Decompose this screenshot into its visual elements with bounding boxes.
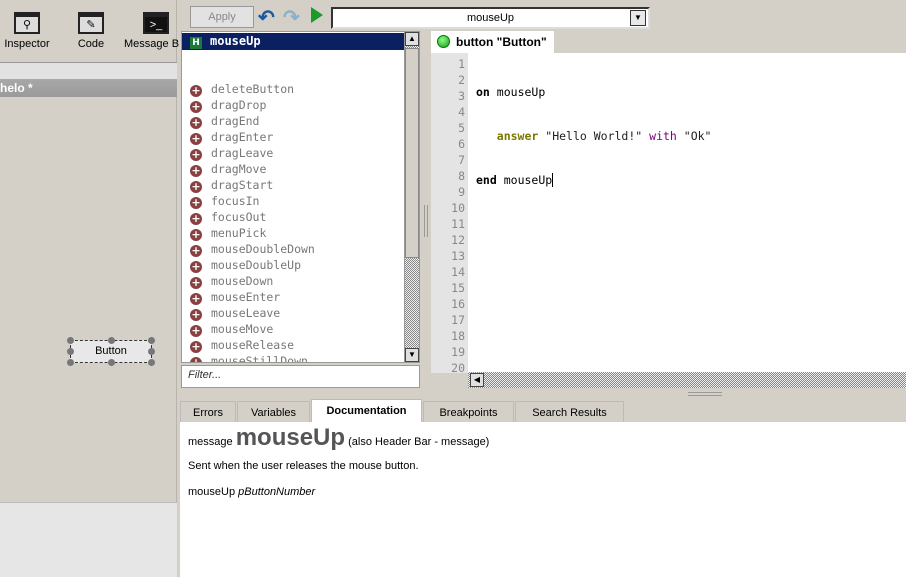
line-number: 1 bbox=[458, 57, 465, 71]
add-handler-icon: + bbox=[190, 132, 202, 145]
stack-strip bbox=[0, 62, 177, 79]
run-icon[interactable] bbox=[311, 7, 323, 23]
scroll-down-icon[interactable]: ▼ bbox=[405, 348, 419, 362]
line-number: 12 bbox=[451, 233, 465, 247]
tab-breakpoints[interactable]: Breakpoints bbox=[423, 401, 514, 423]
scroll-thumb[interactable] bbox=[405, 48, 419, 258]
line-number: 8 bbox=[458, 169, 465, 183]
handler-item[interactable]: + dragEnter bbox=[190, 129, 273, 145]
add-handler-icon: + bbox=[190, 196, 202, 209]
redo-icon[interactable]: ↷ bbox=[283, 5, 300, 30]
line-number: 18 bbox=[451, 329, 465, 343]
handler-select[interactable]: mouseUp ▼ bbox=[331, 7, 650, 29]
add-handler-icon: + bbox=[190, 292, 202, 305]
add-handler-icon: + bbox=[190, 244, 202, 257]
handler-item[interactable]: + focusIn bbox=[190, 193, 259, 209]
add-handler-icon: + bbox=[190, 308, 202, 321]
handler-item[interactable]: + mouseRelease bbox=[190, 337, 294, 353]
add-handler-icon: + bbox=[190, 228, 202, 241]
handler-selected[interactable]: HmouseUp bbox=[182, 33, 404, 50]
handler-item[interactable]: + focusOut bbox=[190, 209, 266, 225]
code-button[interactable]: ✎ Code bbox=[66, 12, 116, 50]
handler-badge-icon: H bbox=[190, 37, 202, 49]
line-number: 2 bbox=[458, 73, 465, 87]
line-number: 5 bbox=[458, 121, 465, 135]
splitter-handle-h[interactable] bbox=[688, 392, 722, 396]
canvas-button[interactable]: Button bbox=[67, 337, 155, 366]
line-number: 16 bbox=[451, 297, 465, 311]
tab-documentation[interactable]: Documentation bbox=[311, 399, 422, 423]
handler-item[interactable]: + dragEnd bbox=[190, 113, 259, 129]
script-tab[interactable]: button "Button" bbox=[431, 31, 554, 53]
handler-item[interactable]: + mouseStillDown bbox=[190, 353, 308, 362]
handler-item[interactable]: + mouseDown bbox=[190, 273, 273, 289]
terminal-icon: >_ bbox=[143, 12, 169, 34]
status-dot-icon bbox=[437, 35, 450, 48]
code-icon: ✎ bbox=[78, 12, 104, 34]
line-number: 3 bbox=[458, 89, 465, 103]
chevron-down-icon[interactable]: ▼ bbox=[630, 10, 646, 26]
add-handler-icon: + bbox=[190, 164, 202, 177]
handler-item[interactable]: + dragDrop bbox=[190, 97, 266, 113]
magnifier-icon: ⚲ bbox=[14, 12, 40, 34]
handler-list-scrollbar[interactable]: ▲ ▼ bbox=[404, 31, 420, 363]
handler-item[interactable]: + deleteButton bbox=[190, 81, 294, 97]
handler-item[interactable]: + mouseDoubleDown bbox=[190, 241, 315, 257]
doc-also[interactable]: (also Header Bar - message) bbox=[348, 436, 489, 448]
line-number: 17 bbox=[451, 313, 465, 327]
doc-description: Sent when the user releases the mouse bu… bbox=[188, 460, 419, 472]
inspector-button[interactable]: ⚲ Inspector bbox=[2, 12, 52, 50]
add-handler-icon: + bbox=[190, 260, 202, 273]
handler-item[interactable]: + dragStart bbox=[190, 177, 273, 193]
scroll-left-icon[interactable]: ◀ bbox=[470, 373, 484, 387]
apply-button[interactable]: Apply bbox=[190, 6, 254, 28]
line-number: 20 bbox=[451, 361, 465, 373]
add-handler-icon: + bbox=[190, 340, 202, 353]
handler-item[interactable]: + dragMove bbox=[190, 161, 266, 177]
documentation-panel: message mouseUp (also Header Bar - messa… bbox=[180, 422, 906, 577]
add-handler-icon: + bbox=[190, 357, 202, 362]
editor-hscrollbar[interactable]: ◀ bbox=[468, 372, 906, 388]
handler-list: HmouseUp + deleteButton + dragDrop + dragEnd +… bbox=[181, 31, 405, 363]
tab-search-results[interactable]: Search Results bbox=[515, 401, 624, 423]
add-handler-icon: + bbox=[190, 84, 202, 97]
handler-item[interactable]: + mouseDoubleUp bbox=[190, 257, 301, 273]
add-handler-icon: + bbox=[190, 100, 202, 113]
line-number: 15 bbox=[451, 281, 465, 295]
add-handler-icon: + bbox=[190, 180, 202, 193]
tab-variables[interactable]: Variables bbox=[237, 401, 310, 423]
script-editor[interactable]: 1 2 3 4 5 6 7 8 9 10 11 12 13 14 15 16 17 18 19 20 on mouse… bbox=[431, 53, 906, 373]
doc-title: mouseUp bbox=[235, 424, 346, 451]
stack-title: helo * bbox=[0, 79, 177, 97]
add-handler-icon: + bbox=[190, 116, 202, 129]
text-cursor bbox=[552, 173, 554, 187]
line-number: 9 bbox=[458, 185, 465, 199]
filter-input[interactable]: Filter... bbox=[181, 365, 420, 388]
handler-item[interactable]: + menuPick bbox=[190, 225, 266, 241]
handler-item[interactable]: + mouseMove bbox=[190, 321, 273, 337]
line-number: 10 bbox=[451, 201, 465, 215]
tab-errors[interactable]: Errors bbox=[180, 401, 236, 423]
line-number: 6 bbox=[458, 137, 465, 151]
add-handler-icon: + bbox=[190, 212, 202, 225]
splitter-handle[interactable] bbox=[424, 205, 428, 237]
add-handler-icon: + bbox=[190, 276, 202, 289]
line-number: 19 bbox=[451, 345, 465, 359]
undo-icon[interactable]: ↶ bbox=[258, 5, 275, 30]
handler-item[interactable]: + mouseLeave bbox=[190, 305, 280, 321]
line-number: 13 bbox=[451, 249, 465, 263]
canvas-footer bbox=[0, 502, 177, 577]
message-box-button[interactable]: >_ Message B bbox=[124, 12, 184, 50]
line-number: 4 bbox=[458, 105, 465, 119]
line-number: 14 bbox=[451, 265, 465, 279]
line-number: 11 bbox=[451, 217, 465, 231]
scroll-up-icon[interactable]: ▲ bbox=[405, 32, 419, 46]
add-handler-icon: + bbox=[190, 324, 202, 337]
code[interactable]: on mouseUp answer "Hello World!" with "O… bbox=[476, 56, 711, 216]
line-numbers: 1 2 3 4 5 6 7 8 9 10 11 12 13 14 15 16 17 18 19 20 bbox=[431, 53, 468, 373]
handler-item[interactable]: + mouseEnter bbox=[190, 289, 280, 305]
handler-item[interactable]: + dragLeave bbox=[190, 145, 273, 161]
line-number: 7 bbox=[458, 153, 465, 167]
add-handler-icon: + bbox=[190, 148, 202, 161]
